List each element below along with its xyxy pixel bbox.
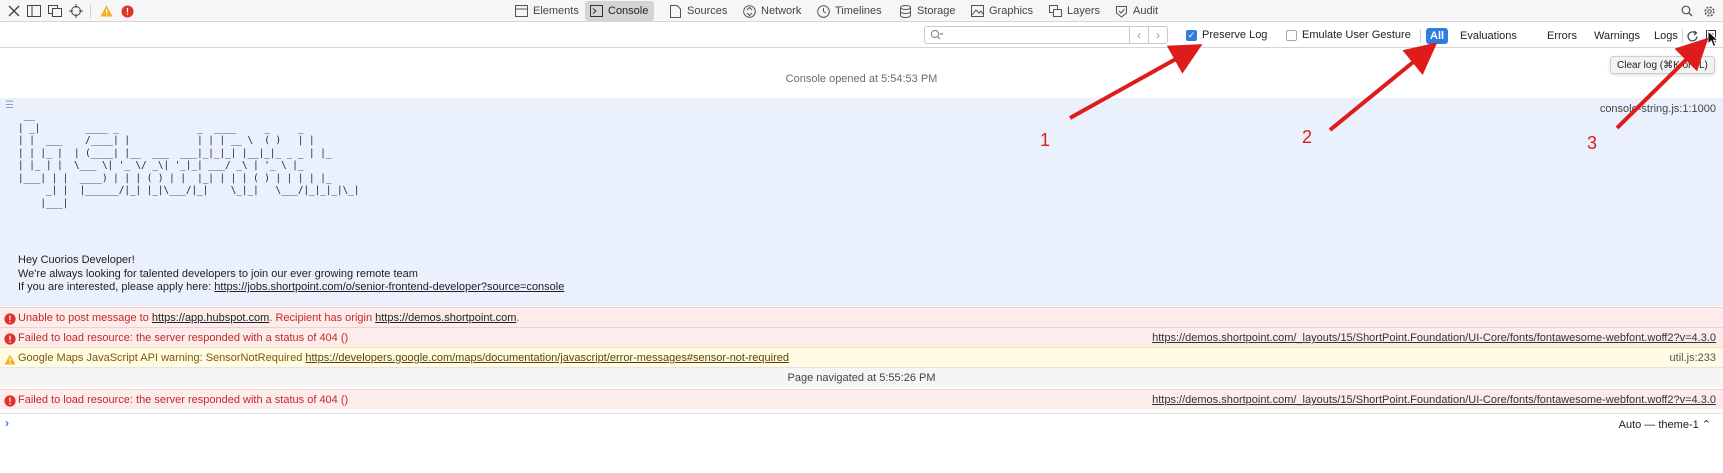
warning-icon — [4, 352, 16, 365]
search-previous-button[interactable]: ‹ — [1129, 26, 1148, 44]
log-source-link[interactable]: console-string.js:1:1000 — [1600, 103, 1716, 115]
tab-sources[interactable]: Sources — [664, 1, 733, 21]
search-icon[interactable] — [1678, 2, 1696, 20]
console-prompt[interactable]: › Auto — theme-1 ⌃ — [0, 413, 1723, 433]
tab-label: Graphics — [989, 5, 1034, 17]
checkbox-unchecked-icon[interactable] — [1286, 29, 1297, 41]
shortpoint-link[interactable]: https://demos.shortpoint.com — [375, 312, 516, 324]
filter-evaluations-button[interactable]: Evaluations — [1456, 28, 1521, 44]
warning-source-link[interactable]: util.js:233 — [1670, 348, 1716, 368]
reload-icon[interactable] — [1684, 28, 1700, 44]
settings-gear-icon[interactable] — [1700, 2, 1718, 20]
audit-icon — [1114, 4, 1128, 18]
jobs-link[interactable]: https://jobs.shortpoint.com/o/senior-fro… — [214, 281, 564, 293]
storage-icon — [898, 4, 912, 18]
error-text: . Recipient has origin — [269, 312, 376, 324]
console-error-row: Unable to post message to https://app.hu… — [0, 307, 1723, 327]
search-input[interactable] — [947, 28, 1127, 42]
tab-timelines[interactable]: Timelines — [812, 1, 888, 21]
filter-warnings-button[interactable]: Warnings — [1590, 28, 1644, 44]
tab-layers[interactable]: Layers — [1044, 1, 1106, 21]
console-error-row: Failed to load resource: the server resp… — [0, 389, 1723, 409]
annotation-number-2: 2 — [1302, 127, 1313, 147]
annotation-number-1: 1 — [1040, 130, 1051, 150]
tab-graphics[interactable]: Graphics — [966, 1, 1039, 21]
undock-window-icon[interactable] — [46, 2, 64, 20]
message-line: If you are interested, please apply here… — [18, 281, 564, 295]
warning-text: Google Maps JavaScript API warning: Sens… — [18, 352, 306, 364]
warning-icon[interactable] — [97, 2, 115, 20]
preserve-log-label: Preserve Log — [1202, 29, 1268, 41]
log-entry-icon: ☰ — [5, 100, 14, 111]
execution-context-selector[interactable]: Auto — theme-1 ⌃ — [1619, 418, 1711, 431]
console-warning-row: Google Maps JavaScript API warning: Sens… — [0, 347, 1723, 367]
filter-separator — [1682, 29, 1683, 43]
error-message: Unable to post message to https://app.hu… — [18, 308, 519, 328]
filter-logs-button[interactable]: Logs — [1650, 28, 1682, 44]
error-source-link[interactable]: https://demos.shortpoint.com/_layouts/15… — [1152, 390, 1716, 410]
error-message: Failed to load resource: the server resp… — [18, 332, 349, 344]
sources-icon — [668, 4, 682, 18]
tab-console[interactable]: Console — [585, 1, 655, 21]
tab-storage[interactable]: Storage — [894, 1, 962, 21]
graphics-icon — [970, 4, 984, 18]
layers-icon — [1048, 4, 1062, 18]
tab-label: Elements — [533, 5, 579, 17]
error-text: Unable to post message to — [18, 312, 152, 324]
hubspot-link[interactable]: https://app.hubspot.com — [152, 312, 269, 324]
toolbar-separator — [90, 4, 91, 18]
network-icon — [742, 4, 756, 18]
search-next-button[interactable]: › — [1148, 26, 1167, 44]
checkbox-checked-icon[interactable]: ✓ — [1186, 29, 1197, 41]
elements-icon — [514, 4, 528, 18]
console-icon — [589, 4, 603, 18]
close-icon[interactable] — [5, 2, 23, 20]
preserve-log-checkbox[interactable]: ✓ Preserve Log — [1186, 29, 1267, 41]
prompt-chevron-icon: › — [5, 416, 9, 430]
error-text: . — [516, 312, 520, 324]
console-filter-bar: ‹ › ✓ Preserve Log Emulate User Gesture … — [0, 23, 1723, 48]
ascii-art-logo: __ | _| ____ _ _ ____ _ _ | | ___ /____|… — [18, 110, 360, 209]
page-navigated-row: Page navigated at 5:55:26 PM — [0, 367, 1723, 387]
error-icon — [4, 332, 16, 345]
developer-message: Hey Cuorios Developer! We're always look… — [18, 254, 564, 295]
tab-label: Layers — [1067, 5, 1101, 17]
emulate-user-gesture-checkbox[interactable]: Emulate User Gesture — [1286, 29, 1411, 41]
dock-side-icon[interactable] — [25, 2, 43, 20]
timelines-icon — [816, 4, 830, 18]
filter-errors-button[interactable]: Errors — [1543, 28, 1581, 44]
log-message-block: ☰ console-string.js:1:1000 __ | _| ____ … — [0, 98, 1723, 306]
tab-label: Network — [761, 5, 802, 17]
emulate-user-gesture-label: Emulate User Gesture — [1302, 29, 1411, 41]
tab-network[interactable]: Network — [738, 1, 807, 21]
inspect-element-icon[interactable] — [67, 2, 85, 20]
error-message: Failed to load resource: the server resp… — [18, 394, 349, 406]
console-opened-message: Console opened at 5:54:53 PM — [785, 73, 938, 85]
tab-label: Console — [608, 5, 649, 17]
annotation-number-3: 3 — [1587, 133, 1598, 153]
google-maps-docs-link[interactable]: https://developers.google.com/maps/docum… — [305, 352, 789, 364]
tab-label: Audit — [1133, 5, 1159, 17]
error-icon — [4, 394, 16, 407]
mouse-pointer-icon — [1707, 29, 1720, 51]
message-line: Hey Cuorios Developer! — [18, 254, 135, 266]
filter-all-button[interactable]: All — [1426, 28, 1449, 44]
filter-separator — [1420, 29, 1421, 43]
tab-elements[interactable]: Elements — [510, 1, 585, 21]
error-icon[interactable] — [118, 2, 136, 20]
warning-message: Google Maps JavaScript API warning: Sens… — [18, 348, 789, 368]
tab-audit[interactable]: Audit — [1110, 1, 1164, 21]
message-line: We're always looking for talented develo… — [18, 267, 418, 280]
tab-label: Sources — [687, 5, 728, 17]
error-source-link[interactable]: https://demos.shortpoint.com/_layouts/15… — [1152, 328, 1716, 348]
devtools-tab-bar: Elements Console Sources Network Timelin… — [0, 0, 1723, 22]
tab-label: Timelines — [835, 5, 882, 17]
error-icon — [4, 312, 16, 325]
context-label: Auto — theme-1 — [1618, 419, 1699, 431]
search-icon — [930, 29, 944, 41]
message-text: If you are interested, please apply here… — [18, 281, 215, 293]
console-error-row: Failed to load resource: the server resp… — [0, 327, 1723, 347]
tab-label: Storage — [917, 5, 956, 17]
console-search-box[interactable]: ‹ › — [924, 26, 1168, 44]
